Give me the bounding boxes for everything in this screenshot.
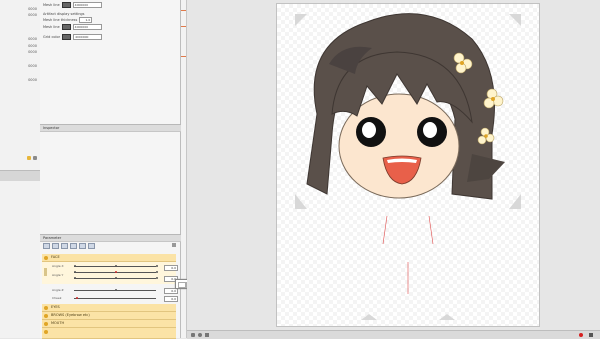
slider-track[interactable] [74,298,156,299]
param-label: Cheek [52,296,62,300]
folder-icon [44,313,48,318]
key-point[interactable] [115,265,117,267]
right-eye-highlight [423,122,437,138]
slider-knob[interactable] [76,297,78,299]
strip-tick: 0000 [28,78,37,82]
display-settings-label: Artifact display settings [43,12,85,16]
mesh-line-color-swatch[interactable] [61,2,71,8]
mesh-line-color2-label: Mesh line [43,25,60,29]
strip-tick: 0000 [28,50,37,54]
blend-icon[interactable] [70,243,77,249]
param-value[interactable]: 0.0 [164,296,178,302]
grid-icon[interactable] [205,332,209,337]
strip-icons [27,156,37,160]
left-eye-highlight [362,122,376,138]
param-group-brows[interactable]: BROWS (Eyebrow etc) [42,312,176,320]
hair-ribbon[interactable] [467,154,505,182]
param-label: Angle Z [52,288,64,292]
param-value[interactable]: 0.0 [164,265,178,271]
mesh-line-color-row: Mesh line 4000000 [43,2,102,8]
group-label: EYES [51,305,60,309]
mesh-line-color-label: Mesh line [43,3,60,7]
trash-icon[interactable] [172,243,176,247]
param-label: Angle Y [52,273,64,277]
add-parameter-icon[interactable] [43,243,50,249]
strip-tick: 0000 [28,13,37,17]
mesh-line-color-field[interactable]: 4000000 [72,2,102,8]
link-icon[interactable] [61,243,68,249]
left-strip: 0000 0000 0000 0000 0000 0000 0000 [0,0,41,338]
param-group-eyes[interactable]: EYES [42,304,176,312]
deformer-guides[interactable] [382,215,434,294]
folder-icon [44,321,48,326]
grid-color-swatch[interactable] [62,34,72,40]
zoom-icon[interactable] [198,332,202,337]
param-angle-xy: Angle X Angle Y 0.0 0.0 [42,262,178,284]
group-label: BROWS (Eyebrow etc) [51,313,90,317]
popup-field[interactable] [178,281,186,288]
key-point[interactable] [156,271,158,273]
character-artwork[interactable] [277,4,539,326]
record-icon[interactable] [579,332,583,337]
strip-tab-bar[interactable] [0,170,40,181]
param-handle[interactable] [44,268,47,276]
folder-icon [44,255,48,260]
group-label: MOUTH [51,321,65,325]
param-label: Angle X [52,264,64,268]
strip-tick: 0000 [28,64,37,68]
menu-icon[interactable] [589,332,593,337]
parameter-header[interactable]: Parameter [40,234,183,242]
key-point[interactable] [115,277,117,279]
key-point[interactable] [74,265,76,267]
folder-icon[interactable] [27,156,31,160]
mesh-line-color2-swatch[interactable] [61,24,71,30]
inspector-header[interactable]: Inspector [40,124,183,132]
grid-color-label: Grid color [43,35,61,39]
group-label: FACE [51,255,60,259]
key-point-selected[interactable] [115,271,117,273]
strip-tick: 0000 [28,44,37,48]
camera-icon[interactable] [191,332,195,337]
ruler-marker [181,26,186,27]
settings-icon[interactable] [88,243,95,249]
param-group-mouth[interactable]: MOUTH [42,320,176,328]
key-point[interactable] [74,277,76,279]
mesh-line-color2-row: Mesh line 4000000 [43,24,102,30]
ruler-marker [181,10,186,11]
mesh-line-thickness-row: Mesh line thickness 1.0 [43,17,93,23]
parameter-toolbar [43,243,95,249]
strip-tick: 0000 [28,7,37,11]
param-cheek: Cheek 0.0 [42,294,178,303]
grid-color-row: Grid color 4000000 [43,34,103,40]
table-icon[interactable] [79,243,86,249]
slider-knob[interactable] [115,289,117,291]
grid-color-field[interactable]: 4000000 [73,34,103,40]
mesh-line-color2-field[interactable]: 4000000 [72,24,102,30]
key-point[interactable] [74,271,76,273]
left-panel: Mesh line 4000000 Artifact display setti… [40,0,183,339]
folder-icon [44,305,48,310]
mesh-line-thickness-field[interactable]: 1.0 [79,17,93,23]
add-group-icon[interactable] [52,243,59,249]
key-point[interactable] [156,277,158,279]
mesh-line-thickness-label: Mesh line thickness [43,18,78,22]
strip-tick: 0000 [28,37,37,41]
model-canvas[interactable] [276,3,540,327]
param-group-more[interactable] [42,328,176,339]
trash-icon[interactable] [33,156,37,160]
folder-icon [44,329,48,334]
param-group-face[interactable]: FACE [42,254,176,262]
key-point[interactable] [156,265,158,267]
ruler-marker [181,56,186,57]
